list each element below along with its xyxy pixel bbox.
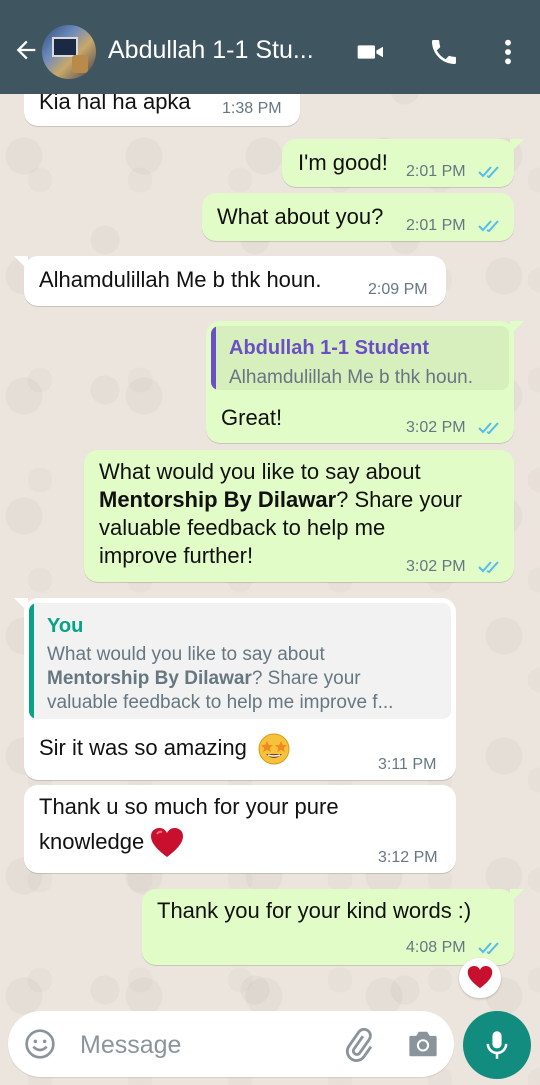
read-ticks-icon [478, 561, 499, 574]
bold-text: Mentorship By Dilawar [99, 487, 337, 512]
quote-author: You [47, 615, 84, 637]
message-bubble-incoming[interactable]: Alhamdulillah Me b thk houn. 2:09 PM [14, 256, 446, 306]
voice-record-button[interactable] [463, 1011, 531, 1079]
more-options-icon[interactable] [492, 36, 524, 68]
quote-text: valuable feedback to help me improve f..… [47, 692, 394, 713]
message-bubble-outgoing[interactable]: What about you? 2:01 PM [202, 193, 514, 241]
quote-text: Alhamdulillah Me b thk houn. [229, 367, 473, 388]
contact-avatar[interactable] [42, 25, 96, 79]
read-ticks-icon [478, 942, 499, 955]
message-time: 3:02 PM [406, 419, 466, 436]
message-text-line: Thank u so much for your pure [39, 794, 339, 819]
message-text: Sir it was so amazing [39, 734, 247, 760]
message-text: Alhamdulillah Me b thk houn. [39, 267, 322, 292]
message-text-line: Mentorship By Dilawar? Share your [99, 486, 462, 514]
message-text: knowledge [39, 828, 145, 854]
message-composer[interactable]: Message [8, 1011, 454, 1077]
message-time: 2:09 PM [368, 281, 428, 298]
message-time: 2:01 PM [406, 217, 466, 234]
message-bubble-outgoing[interactable]: What would you like to say about Mentors… [84, 450, 514, 582]
message-time: 1:38 PM [222, 100, 282, 117]
star-struck-emoji-icon [258, 733, 290, 765]
message-bubble-incoming[interactable]: Thank u so much for your pure knowledge … [24, 785, 456, 873]
quote-text: What would you like to say about [47, 644, 325, 665]
quote-bar [29, 603, 34, 719]
quote-bar [211, 326, 216, 390]
read-ticks-icon [478, 220, 499, 233]
message-text-line: valuable feedback to help me [99, 515, 386, 540]
read-ticks-icon [478, 166, 499, 179]
message-time: 3:12 PM [378, 849, 438, 866]
emoji-icon[interactable] [24, 1028, 56, 1060]
message-text: Great! [221, 405, 283, 430]
message-time: 3:02 PM [406, 558, 466, 575]
message-text-line: Sir it was so amazing [39, 732, 291, 766]
quote-text-suffix: ? Share your [251, 668, 361, 689]
red-heart-emoji-icon [151, 828, 184, 857]
camera-icon[interactable] [406, 1029, 440, 1059]
message-text-line: improve further! [99, 543, 254, 568]
message-input[interactable]: Message [80, 1031, 181, 1060]
message-text: Thank you for your kind words :) [157, 898, 472, 923]
message-text-suffix: ? Share your [336, 487, 463, 512]
message-text-line: What would you like to say about [99, 459, 421, 484]
read-ticks-icon [478, 422, 499, 435]
quote-bold-text: Mentorship By Dilawar [47, 668, 252, 689]
message-bubble-incoming[interactable]: You What would you like to say about Men… [14, 598, 456, 780]
message-time: 4:08 PM [406, 939, 466, 956]
message-bubble-outgoing[interactable]: Thank you for your kind words :) 4:08 PM [142, 889, 524, 965]
red-heart-icon [467, 966, 493, 989]
message-time: 2:01 PM [406, 163, 466, 180]
message-bubble-outgoing[interactable]: Abdullah 1-1 Student Alhamdulillah Me b … [206, 321, 524, 443]
message-text: I'm good! [298, 150, 388, 175]
video-call-icon[interactable] [355, 36, 387, 68]
back-arrow-icon[interactable] [12, 36, 40, 64]
microphone-icon [486, 1031, 508, 1059]
quote-text: Mentorship By Dilawar? Share your [47, 667, 361, 691]
chat-header-overlay: Abdullah 1-1 Stu... [0, 0, 540, 94]
quoted-message[interactable]: You What would you like to say about Men… [29, 603, 451, 719]
message-text: What about you? [217, 204, 384, 229]
message-bubble-outgoing[interactable]: I'm good! 2:01 PM [282, 139, 524, 187]
message-time: 3:11 PM [378, 756, 437, 773]
message-reaction[interactable] [459, 958, 501, 998]
quote-author: Abdullah 1-1 Student [229, 337, 429, 359]
quoted-message[interactable]: Abdullah 1-1 Student Alhamdulillah Me b … [211, 326, 509, 390]
attach-paperclip-icon[interactable] [341, 1028, 375, 1062]
message-text-line: knowledge [39, 827, 184, 859]
contact-name[interactable]: Abdullah 1-1 Stu... [108, 36, 328, 65]
voice-call-icon[interactable] [428, 36, 460, 68]
